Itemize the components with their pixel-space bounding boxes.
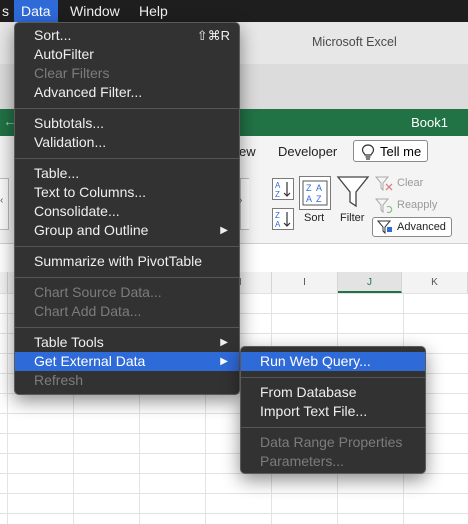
- svg-text:A: A: [316, 183, 322, 193]
- submenu-item-from-database[interactable]: From Database: [241, 383, 425, 402]
- clear-filter-icon: [374, 176, 393, 197]
- sort-z-to-a-icon[interactable]: Z A: [272, 208, 294, 230]
- sort-a-to-z-icon[interactable]: A Z: [272, 178, 294, 200]
- submenu-item-run-web-query[interactable]: Run Web Query...: [241, 352, 425, 371]
- menu-separator: [15, 158, 239, 159]
- menu-item-clear-filters: Clear Filters: [34, 65, 110, 81]
- menu-separator: [15, 108, 239, 109]
- menu-item-group-and-outline[interactable]: Group and Outline ▶: [15, 221, 239, 240]
- filter-label[interactable]: Filter: [340, 212, 364, 224]
- svg-text:A: A: [275, 220, 281, 229]
- svg-text:Z: Z: [306, 183, 312, 193]
- sort-label[interactable]: Sort: [304, 212, 324, 224]
- menu-separator: [15, 327, 239, 328]
- tell-me-box[interactable]: Tell me: [353, 140, 428, 162]
- menu-item-sort[interactable]: Sort... ⇧⌘R: [15, 26, 239, 45]
- lightbulb-icon: [361, 144, 375, 160]
- menu-separator: [241, 427, 425, 428]
- menu-item-get-external-data[interactable]: Get External Data ▶: [15, 352, 239, 371]
- menu-separator: [241, 377, 425, 378]
- get-external-data-submenu: Run Web Query... From Database Import Te…: [240, 346, 426, 474]
- menubar-item-window[interactable]: Window: [63, 0, 127, 22]
- menu-item-consolidate[interactable]: Consolidate...: [15, 202, 239, 221]
- svg-text:A: A: [275, 181, 281, 190]
- reapply-label: Reapply: [397, 199, 438, 211]
- menu-item-subtotals[interactable]: Subtotals...: [15, 114, 239, 133]
- menu-item-text-to-columns[interactable]: Text to Columns...: [15, 183, 239, 202]
- svg-text:Z: Z: [275, 211, 280, 220]
- sort-icon[interactable]: Z A A Z: [299, 176, 331, 210]
- menu-item-table[interactable]: Table...: [15, 164, 239, 183]
- clear-label: Clear: [397, 177, 424, 189]
- submenu-arrow-icon: ▶: [220, 225, 228, 236]
- submenu-arrow-icon: ▶: [220, 337, 228, 348]
- menu-item-chart-source-data: Chart Source Data...: [34, 284, 162, 300]
- advanced-filter-icon: [377, 220, 392, 234]
- menu-separator: [15, 246, 239, 247]
- column-header-i[interactable]: I: [272, 272, 338, 293]
- advanced-filter-button[interactable]: Advanced: [372, 217, 452, 237]
- svg-text:Z: Z: [316, 194, 322, 204]
- column-header-k[interactable]: K: [402, 272, 468, 293]
- menu-item-refresh: Refresh: [34, 372, 84, 388]
- menu-item-chart-add-data: Chart Add Data...: [34, 303, 142, 319]
- menu-bar: s Data Window Help: [0, 0, 468, 22]
- menu-item-autofilter[interactable]: AutoFilter: [15, 45, 239, 64]
- submenu-item-import-text-file[interactable]: Import Text File...: [241, 402, 425, 421]
- advanced-label: Advanced: [397, 221, 446, 233]
- submenu-arrow-icon: ▶: [220, 356, 228, 367]
- tell-me-label: Tell me: [380, 144, 422, 159]
- workbook-title: Book1: [411, 115, 448, 130]
- submenu-item-parameters: Parameters...: [260, 453, 345, 469]
- svg-text:Z: Z: [275, 190, 280, 199]
- tab-developer[interactable]: Developer: [278, 144, 337, 159]
- app-title: Microsoft Excel: [312, 35, 397, 49]
- menu-separator: [15, 277, 239, 278]
- filter-icon[interactable]: [336, 174, 370, 215]
- menu-item-table-tools[interactable]: Table Tools ▶: [15, 333, 239, 352]
- data-menu: Sort... ⇧⌘R AutoFilter Clear Filters Adv…: [14, 22, 240, 395]
- svg-text:A: A: [306, 194, 312, 204]
- menubar-item-help[interactable]: Help: [132, 0, 175, 22]
- tab-review[interactable]: ew: [239, 144, 256, 159]
- scroll-left-icon[interactable]: ‹: [0, 195, 3, 206]
- menubar-item-data[interactable]: Data: [14, 0, 58, 22]
- menu-item-summarize-pivottable[interactable]: Summarize with PivotTable: [15, 252, 239, 271]
- reapply-icon: [374, 198, 393, 219]
- menu-item-validation[interactable]: Validation...: [15, 133, 239, 152]
- submenu-item-data-range-properties: Data Range Properties: [260, 434, 403, 450]
- menu-item-advanced-filter[interactable]: Advanced Filter...: [15, 83, 239, 102]
- column-header-j[interactable]: J: [338, 272, 402, 293]
- sort-shortcut: ⇧⌘R: [196, 28, 230, 43]
